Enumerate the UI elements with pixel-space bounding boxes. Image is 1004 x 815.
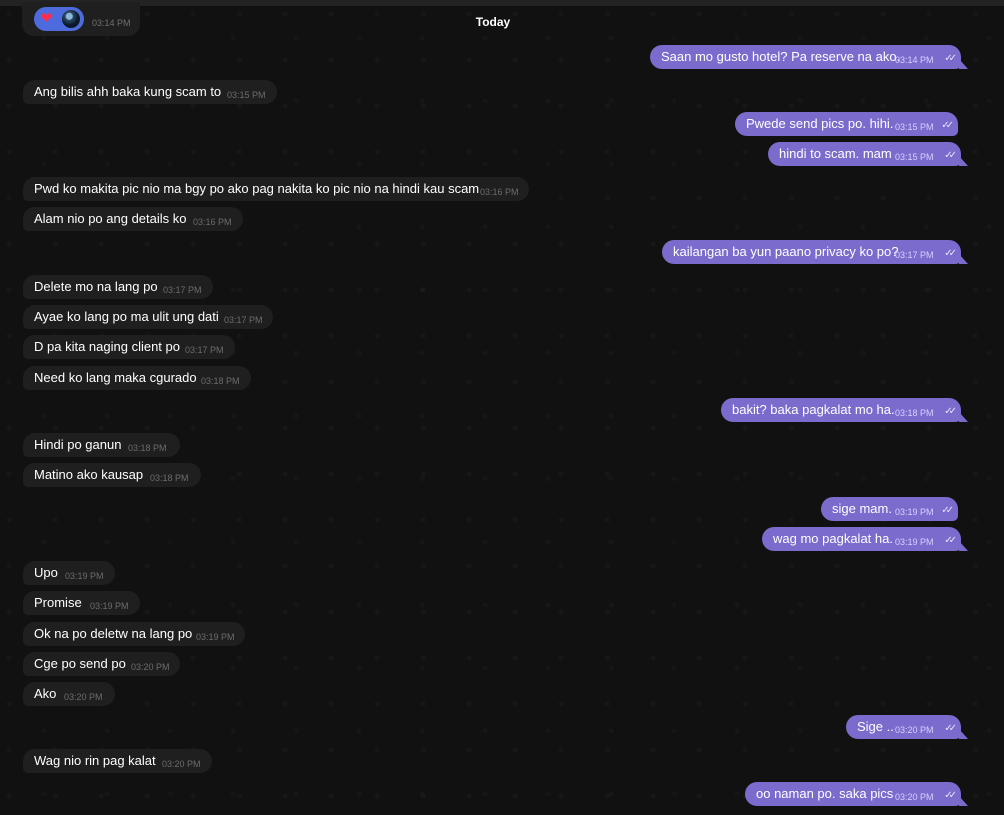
message-time: 03:20 PM (64, 692, 103, 702)
message-time: 03:15 PM (895, 152, 934, 162)
double-check-icon: ✓✓ (944, 53, 957, 64)
date-divider: Today (475, 15, 511, 29)
message-outgoing[interactable]: Saan mo gusto hotel? Pa reserve na ako. … (650, 45, 968, 69)
message-text: oo naman po. saka pics (756, 786, 894, 801)
message-outgoing[interactable]: Sige .. 03:20 PM ✓✓ (846, 715, 968, 739)
message-text: Upo (34, 565, 58, 580)
message-time: 03:17 PM (224, 315, 263, 325)
message-incoming[interactable]: Ang bilis ahh baka kung scam to 03:15 PM (23, 80, 277, 104)
message-incoming[interactable]: Matino ako kausap 03:18 PM (23, 463, 201, 487)
message-incoming[interactable]: Alam nio po ang details ko 03:16 PM (23, 207, 243, 231)
message-incoming[interactable]: Hindi po ganun 03:18 PM (23, 433, 180, 457)
message-time: 03:19 PM (895, 537, 934, 547)
chat-history: ❤ 03:14 PM Today Saan mo gusto hotel? Pa… (0, 0, 1004, 815)
message-time: 03:17 PM (185, 345, 224, 355)
message-text: D pa kita naging client po (34, 339, 180, 354)
message-time: 03:18 PM (895, 408, 934, 418)
message-text: Need ko lang maka cgurado (34, 370, 197, 385)
message-text: Pwd ko makita pic nio ma bgy po ako pag … (34, 181, 480, 196)
message-incoming[interactable]: Ayae ko lang po ma ulit ung dati 03:17 P… (23, 305, 273, 329)
double-check-icon: ✓✓ (944, 248, 957, 259)
message-incoming[interactable]: Delete mo na lang po 03:17 PM (23, 275, 213, 299)
message-incoming[interactable]: Need ko lang maka cgurado 03:18 PM (23, 366, 251, 390)
message-time: 03:20 PM (895, 792, 934, 802)
double-check-icon: ✓✓ (944, 723, 957, 734)
message-text: Alam nio po ang details ko (34, 211, 187, 226)
message-time: 03:16 PM (193, 217, 232, 227)
message-time: 03:16 PM (480, 187, 519, 197)
message-text: Ang bilis ahh baka kung scam to (34, 84, 222, 99)
message-time: 03:14 PM (92, 18, 131, 28)
message-time: 03:18 PM (128, 443, 167, 453)
double-check-icon: ✓✓ (941, 505, 954, 516)
message-incoming[interactable]: Ok na po deletw na lang po 03:19 PM (23, 622, 245, 646)
message-text: Wag nio rin pag kalat (34, 753, 156, 768)
double-check-icon: ✓✓ (944, 150, 957, 161)
message-text: Promise (34, 595, 82, 610)
top-bar (0, 0, 1004, 6)
message-time: 03:15 PM (227, 90, 266, 100)
message-outgoing[interactable]: kailangan ba yun paano privacy ko po? 03… (662, 240, 968, 264)
double-check-icon: ✓✓ (941, 120, 954, 131)
message-text: Cge po send po (34, 656, 126, 671)
message-time: 03:19 PM (895, 507, 934, 517)
message-time: 03:17 PM (895, 250, 934, 260)
message-text: hindi to scam. mam (779, 146, 892, 161)
message-incoming[interactable]: Ako 03:20 PM (23, 682, 115, 706)
message-incoming[interactable]: D pa kita naging client po 03:17 PM (23, 335, 235, 359)
message-text: Ako (34, 686, 57, 701)
message-incoming[interactable]: Promise 03:19 PM (23, 591, 140, 615)
message-text: Pwede send pics po. hihi. (746, 116, 894, 131)
message-time: 03:20 PM (895, 725, 934, 735)
message-time: 03:18 PM (150, 473, 189, 483)
message-incoming[interactable]: Cge po send po 03:20 PM (23, 652, 180, 676)
message-outgoing[interactable]: bakit? baka pagkalat mo ha. 03:18 PM ✓✓ (721, 398, 968, 422)
message-text: Ayae ko lang po ma ulit ung dati (34, 309, 219, 324)
double-check-icon: ✓✓ (944, 406, 957, 417)
message-outgoing[interactable]: hindi to scam. mam 03:15 PM ✓✓ (768, 142, 968, 166)
message-text: Sige .. (857, 719, 894, 734)
message-time: 03:20 PM (162, 759, 201, 769)
message-text: bakit? baka pagkalat mo ha. (732, 402, 895, 417)
message-incoming[interactable]: Upo 03:19 PM (23, 561, 115, 585)
message-time: 03:19 PM (65, 571, 104, 581)
message-time: 03:14 PM (895, 55, 934, 65)
message-text: Matino ako kausap (34, 467, 144, 482)
message-text: wag mo pagkalat ha. (773, 531, 893, 546)
message-text: kailangan ba yun paano privacy ko po? (673, 244, 899, 259)
message-text: Hindi po ganun (34, 437, 122, 452)
message-outgoing[interactable]: Pwede send pics po. hihi. 03:15 PM ✓✓ (735, 112, 958, 136)
message-incoming[interactable]: Pwd ko makita pic nio ma bgy po ako pag … (23, 177, 529, 201)
double-check-icon: ✓✓ (944, 790, 957, 801)
heart-icon: ❤ (40, 10, 53, 27)
message-time: 03:19 PM (90, 601, 129, 611)
message-outgoing[interactable]: wag mo pagkalat ha. 03:19 PM ✓✓ (762, 527, 968, 551)
message-time: 03:17 PM (163, 285, 202, 295)
reaction-pill[interactable]: ❤ (34, 7, 84, 31)
message-time: 03:19 PM (196, 632, 235, 642)
message-outgoing[interactable]: oo naman po. saka pics 03:20 PM ✓✓ (745, 782, 968, 806)
double-check-icon: ✓✓ (944, 535, 957, 546)
message-text: Delete mo na lang po (34, 279, 158, 294)
reactor-avatar (62, 10, 80, 28)
message-time: 03:18 PM (201, 376, 240, 386)
message-text: Ok na po deletw na lang po (34, 626, 193, 641)
message-text: Saan mo gusto hotel? Pa reserve na ako. (661, 49, 901, 64)
message-time: 03:15 PM (895, 122, 934, 132)
message-text: sige mam. (832, 501, 892, 516)
message-incoming[interactable]: Wag nio rin pag kalat 03:20 PM (23, 749, 212, 773)
message-outgoing[interactable]: sige mam. 03:19 PM ✓✓ (821, 497, 958, 521)
message-time: 03:20 PM (131, 662, 170, 672)
reaction-message[interactable]: ❤ 03:14 PM (22, 2, 140, 36)
